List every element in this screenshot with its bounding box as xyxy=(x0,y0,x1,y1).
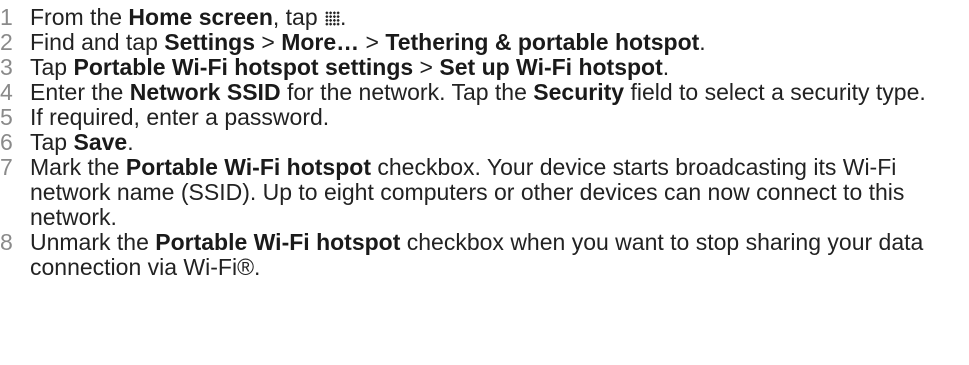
step-3: 3 Tap Portable Wi-Fi hotspot settings > S… xyxy=(0,54,670,80)
step-6: 6 Tap Save. xyxy=(0,129,134,155)
instruction-steps: 1 From the Home screen, tap . 2 Find and t… xyxy=(0,5,969,280)
step-4: 4 Enter the Network SSID for the network.… xyxy=(0,79,926,105)
step-5: 5 If required, enter a password. xyxy=(0,104,330,130)
network-ssid-term: Network SSID xyxy=(129,79,281,105)
step-number: 1 xyxy=(0,4,13,30)
step-number: 8 xyxy=(0,229,13,255)
step-number: 6 xyxy=(0,129,13,155)
step-number: 5 xyxy=(0,104,13,130)
step-8: 8 Unmark the Portable Wi-Fi hotspot check… xyxy=(0,229,924,280)
apps-grid-icon xyxy=(325,11,341,26)
hotspot-settings-term: Portable Wi-Fi hotspot settings xyxy=(73,54,414,80)
home-screen-term: Home screen xyxy=(128,4,273,30)
settings-term: Settings xyxy=(164,29,255,55)
step-number: 4 xyxy=(0,79,13,105)
step-2: 2 Find and tap Settings > More… > Tetheri… xyxy=(0,29,706,55)
set-up-hotspot-term: Set up Wi-Fi hotspot xyxy=(439,54,663,80)
portable-hotspot-term: Portable Wi-Fi hotspot xyxy=(155,229,401,255)
step-7: 7 Mark the Portable Wi-Fi hotspot checkbo… xyxy=(0,154,905,230)
more-term: More… xyxy=(281,29,360,55)
tethering-term: Tethering & portable hotspot xyxy=(385,29,700,55)
security-term: Security xyxy=(533,79,625,105)
step-number: 7 xyxy=(0,154,13,180)
step-1: 1 From the Home screen, tap . xyxy=(0,4,347,30)
save-term: Save xyxy=(73,129,128,155)
portable-hotspot-term: Portable Wi-Fi hotspot xyxy=(125,154,371,180)
step-number: 3 xyxy=(0,54,13,80)
step-number: 2 xyxy=(0,29,13,55)
